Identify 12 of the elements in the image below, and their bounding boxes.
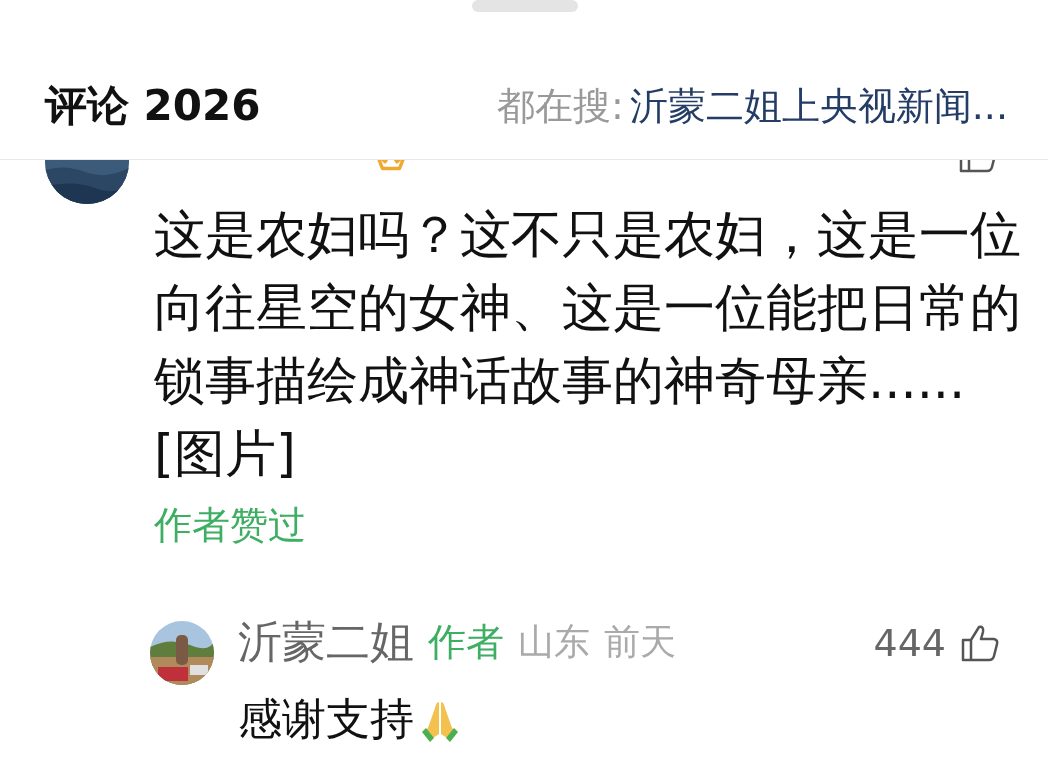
author-tag: 作者 xyxy=(428,617,504,668)
author-liked-label: 作者赞过 xyxy=(154,502,307,549)
location-text: 山东 xyxy=(518,620,590,664)
like-count: 444 xyxy=(873,620,946,665)
time-text: 前天 xyxy=(604,620,676,664)
trending-label: 都在搜: xyxy=(496,82,624,130)
drag-handle[interactable] xyxy=(472,0,578,12)
reply-text: 感谢支持 xyxy=(238,692,414,746)
trending-link[interactable]: 沂蒙二姐上央视新闻... xyxy=(629,80,1008,132)
author-name[interactable]: 沂蒙二姐 xyxy=(238,613,414,672)
comments-title: 评论 2026 xyxy=(45,80,261,132)
comment-text: 这是农妇吗？这不只是农妇，这是一位向往星空的女神、这是一位能把日常的锁事描绘成神话故事的神奇母亲......[图片] xyxy=(154,204,1022,485)
